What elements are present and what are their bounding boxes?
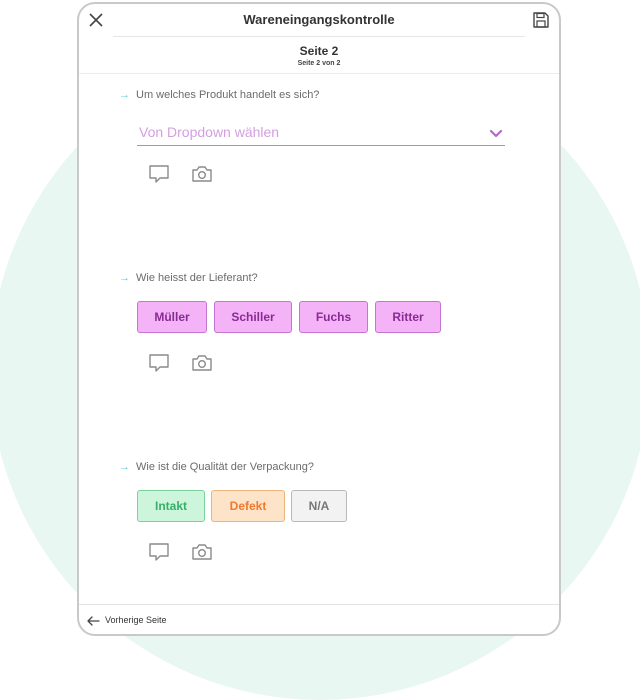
supplier-option-fuchs[interactable]: Fuchs — [299, 301, 368, 333]
app-title: Wareneingangskontrolle — [243, 12, 395, 27]
previous-page-link[interactable]: Vorherige Seite — [86, 615, 167, 626]
camera-icon[interactable] — [191, 353, 213, 373]
question-label: Wie heisst der Lieferant? — [136, 272, 258, 284]
quality-option-na[interactable]: N/A — [291, 490, 347, 522]
previous-page-label: Vorherige Seite — [105, 615, 167, 625]
supplier-option-schiller[interactable]: Schiller — [214, 301, 292, 333]
comment-icon[interactable] — [148, 353, 170, 373]
arrow-right-icon: → — [119, 272, 130, 284]
app-window: Wareneingangskontrolle Seite 2 Seite 2 v… — [77, 2, 561, 636]
divider — [79, 73, 559, 74]
page-header: Seite 2 Seite 2 von 2 — [79, 44, 559, 67]
camera-icon[interactable] — [191, 164, 213, 184]
supplier-option-ritter[interactable]: Ritter — [375, 301, 441, 333]
question-label: Wie ist die Qualität der Verpackung? — [136, 461, 314, 473]
question-supplier: → Wie heisst der Lieferant? — [119, 272, 258, 284]
dropdown-placeholder: Von Dropdown wählen — [139, 124, 280, 140]
arrow-right-icon: → — [119, 89, 130, 101]
arrow-right-icon: → — [119, 461, 130, 473]
comment-icon[interactable] — [148, 542, 170, 562]
comment-icon[interactable] — [148, 164, 170, 184]
question-label: Um welches Produkt handelt es sich? — [136, 89, 320, 101]
divider — [113, 36, 525, 37]
top-bar: Wareneingangskontrolle — [79, 4, 559, 36]
arrow-left-icon — [87, 615, 100, 626]
page-subtitle: Seite 2 von 2 — [297, 60, 341, 67]
camera-icon[interactable] — [191, 542, 213, 562]
quality-option-defekt[interactable]: Defekt — [211, 490, 285, 522]
save-icon[interactable] — [531, 10, 551, 30]
product-dropdown[interactable]: Von Dropdown wählen — [137, 118, 505, 146]
quality-option-intakt[interactable]: Intakt — [137, 490, 205, 522]
question-packaging: → Wie ist die Qualität der Verpackung? — [119, 461, 314, 473]
chevron-down-icon — [489, 126, 503, 138]
divider — [79, 604, 559, 605]
page-title: Seite 2 — [299, 44, 339, 58]
question-product: → Um welches Produkt handelt es sich? — [119, 89, 319, 101]
supplier-option-mueller[interactable]: Müller — [137, 301, 207, 333]
